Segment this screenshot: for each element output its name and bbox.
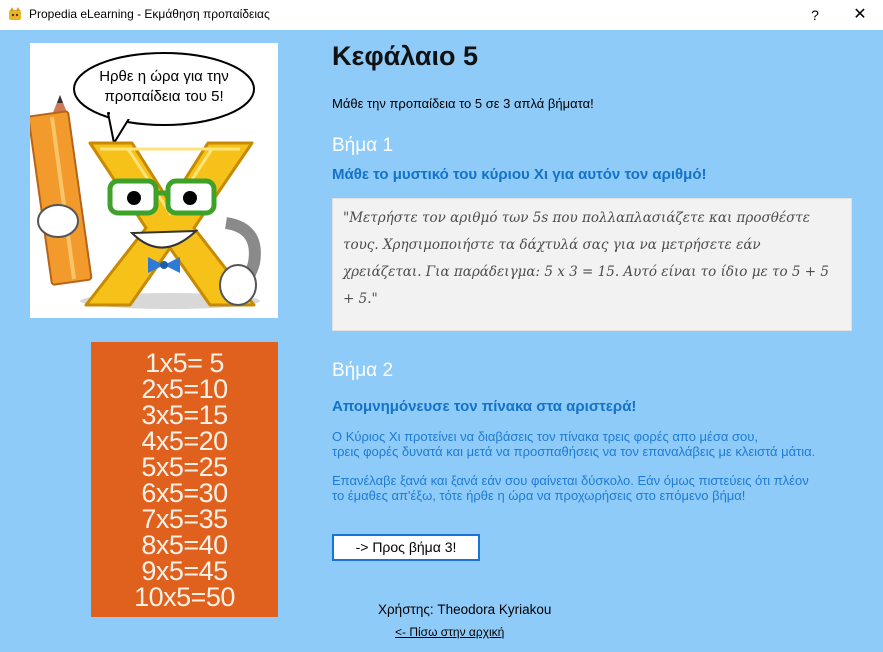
step1-quote-box: "Μετρήστε τον αριθμό των 5s που πολλαπλα… (332, 198, 852, 331)
mascot-x-character-icon: Ηρθε η ώρα για την προπαίδεια του 5! (27, 52, 261, 309)
step2-subtitle: Απομνημόνευσε τον πίνακα στα αριστερά! (332, 398, 637, 415)
back-to-home-link[interactable]: <- Πίσω στην αρχική (395, 625, 504, 639)
window-title: Propedia eLearning - Εκμάθηση προπαίδεια… (29, 7, 270, 21)
step2-paragraph-2: Επανέλαβε ξανά και ξανά εάν σου φαίνεται… (332, 473, 883, 503)
step1-subtitle: Μάθε το μυστικό του κύριου Χι για αυτόν … (332, 166, 707, 183)
step1-title: Βήμα 1 (332, 135, 394, 156)
times-table-row: 6x5=30 (141, 478, 228, 508)
times-table-row: 4x5=20 (141, 426, 228, 456)
step1-quote-text: "Μετρήστε τον αριθμό των 5s που πολλαπλα… (343, 210, 829, 307)
next-step-button[interactable]: -> Προς βήμα 3! (332, 534, 480, 561)
step2-paragraph-2-line-1: Επανέλαβε ξανά και ξανά εάν σου φαίνεται… (332, 473, 809, 488)
chapter-title: Κεφάλαιο 5 (332, 41, 479, 71)
times-table-row: 3x5=15 (141, 400, 228, 430)
speech-line-2: προπαίδεια του 5! (104, 88, 223, 105)
intro-text: Μάθε την προπαίδεια το 5 σε 3 απλά βήματ… (332, 96, 594, 111)
step2-paragraph-1-line-2: τρεις φορές δυνατά και μετά να προσπαθήσ… (332, 444, 816, 459)
times-table-row: 9x5=45 (141, 556, 228, 586)
step2-paragraph-1: Ο Κύριος Χι προτείνει να διαβάσεις τον π… (332, 429, 883, 459)
times-table-row: 5x5=25 (141, 452, 228, 482)
times-table-row: 7x5=35 (141, 504, 228, 534)
step2-paragraph-1-line-1: Ο Κύριος Χι προτείνει να διαβάσεις τον π… (332, 429, 758, 444)
close-button[interactable]: ✕ (837, 0, 883, 30)
times-table-row: 8x5=40 (141, 530, 228, 560)
current-user-label: Χρήστης: Theodora Kyriakou (378, 602, 552, 617)
step2-title: Βήμα 2 (332, 360, 394, 381)
title-bar[interactable]: Propedia eLearning - Εκμάθηση προπαίδεια… (0, 0, 883, 30)
step2-paragraph-2-line-2: το έμαθες απ'έξω, τότε ήρθε η ώρα να προ… (332, 488, 746, 503)
times-table-row: 10x5=50 (134, 582, 235, 612)
app-window: Propedia eLearning - Εκμάθηση προπαίδεια… (0, 0, 883, 652)
times-table-row: 1x5= 5 (145, 348, 224, 378)
mascot-illustration: Ηρθε η ώρα για την προπαίδεια του 5! (27, 43, 278, 318)
times-table-row: 2x5=10 (141, 374, 228, 404)
help-button[interactable]: ? (792, 0, 838, 30)
times-table-image: 1x5= 5 2x5=10 3x5=15 4x5=20 5x5=25 6x5=3… (91, 342, 278, 617)
app-logo-icon (9, 7, 21, 20)
speech-line-1: Ηρθε η ώρα για την (99, 68, 229, 85)
